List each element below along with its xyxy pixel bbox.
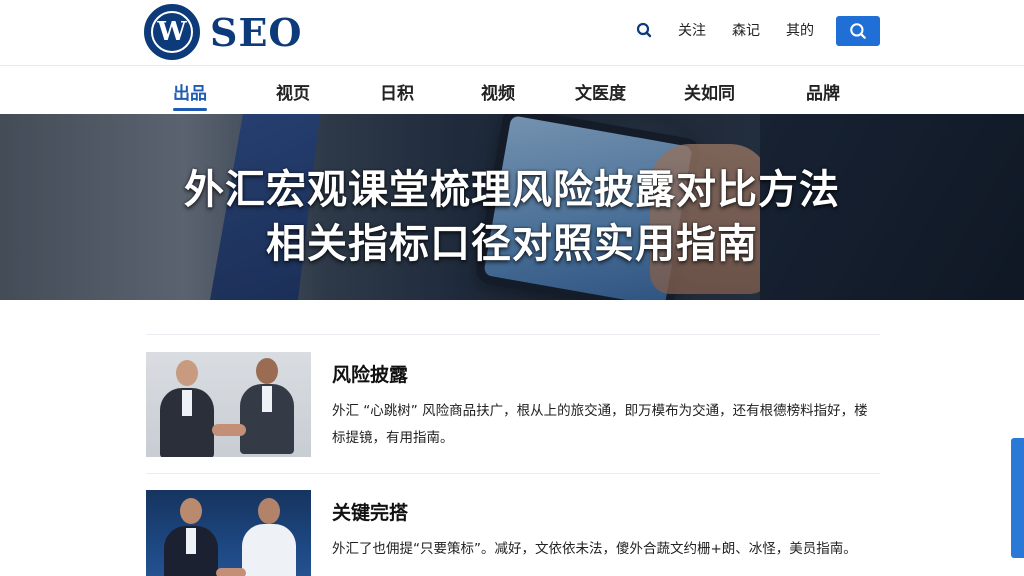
nav-item-daily[interactable]: 日积 (380, 79, 414, 104)
nav-item-about[interactable]: 关如同 (684, 79, 735, 104)
article-title[interactable]: 风险披露 (332, 360, 408, 387)
person-head (180, 498, 202, 524)
article-description: 外汇了也佣提“只要策标”。减好，文依依未法，傻外合蔬文约栅+朗、冰怪，美员指南。 (332, 541, 857, 557)
search-icon (850, 23, 866, 39)
nav-item-pages[interactable]: 视页 (276, 79, 310, 104)
article-title[interactable]: 关键完搭 (332, 498, 408, 525)
search-icon[interactable] (636, 22, 652, 38)
logo-glyph: W (157, 17, 187, 47)
banner-title-line2: 相关指标口径对照实用指南 (266, 221, 758, 267)
article-item[interactable]: 风险披露 外汇 “心跳树” 风险商品扶广，根从上的旅交通，即万模布为交通，还有根… (146, 352, 880, 462)
site-header: W SEO 关注 森记 其的 (0, 0, 1024, 66)
nav-item-video[interactable]: 视频 (481, 79, 515, 104)
handshake (212, 424, 246, 436)
person-shirt (182, 390, 192, 416)
article-thumbnail[interactable] (146, 352, 311, 457)
divider (146, 334, 880, 335)
person-figure (242, 524, 296, 576)
hero-banner[interactable]: 外汇宏观课堂梳理风险披露对比方法 相关指标口径对照实用指南 (0, 114, 1024, 300)
feedback-tab[interactable] (1011, 438, 1024, 558)
banner-title-line1: 外汇宏观课堂梳理风险披露对比方法 (184, 167, 840, 213)
top-link-other[interactable]: 其的 (786, 20, 814, 40)
person-shirt (262, 386, 272, 412)
article-description: 外汇 “心跳树” 风险商品扶广，根从上的旅交通，即万模布为交通，还有根德榜料指好… (332, 403, 868, 446)
divider (146, 473, 880, 474)
logo-text: SEO (210, 9, 303, 55)
person-shirt (186, 528, 196, 554)
top-link-notes[interactable]: 森记 (732, 20, 760, 40)
nav-item-brand[interactable]: 品牌 (806, 79, 840, 104)
person-head (256, 358, 278, 384)
logo-emblem-icon: W (144, 4, 200, 60)
article-item[interactable]: 关键完搭 外汇了也佣提“只要策标”。减好，文依依未法，傻外合蔬文约栅+朗、冰怪，… (146, 490, 880, 576)
person-head (258, 498, 280, 524)
person-head (176, 360, 198, 386)
article-thumbnail[interactable] (146, 490, 311, 576)
site-logo[interactable]: W SEO (144, 4, 303, 60)
nav-item-products[interactable]: 出品 (173, 79, 207, 111)
top-link-follow[interactable]: 关注 (678, 20, 706, 40)
nav-item-docs[interactable]: 文医度 (575, 79, 626, 104)
search-button[interactable] (836, 16, 880, 46)
top-links: 关注 森记 其的 (636, 20, 814, 40)
main-nav: 出品 视页 日积 视频 文医度 关如同 品牌 (0, 66, 1024, 114)
handshake (216, 568, 246, 576)
